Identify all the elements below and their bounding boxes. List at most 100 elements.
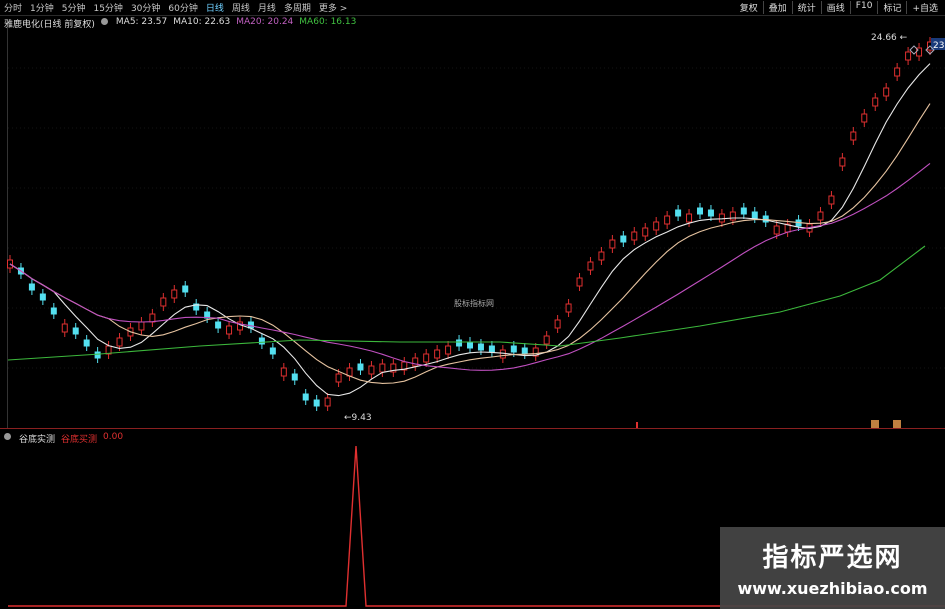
candle-body [72,327,79,335]
candle-body [905,51,912,61]
tool-button-6[interactable]: +自选 [906,1,943,14]
candle-body [335,373,342,383]
candle-body [477,343,484,351]
candle-body [817,211,824,221]
candle-body [718,213,725,223]
period-tab-4[interactable]: 30分钟 [131,1,160,14]
tool-button-3[interactable]: 画线 [820,1,850,14]
candle-body [521,347,528,355]
tool-button-1[interactable]: 叠加 [762,1,792,14]
candle-body [762,215,769,223]
candle-body [138,321,145,331]
candle-body [576,277,583,287]
candle-body [291,373,298,381]
brand-url: www.xuezhibiao.com [737,579,928,598]
tool-button-0[interactable]: 复权 [735,1,763,14]
candle-body [149,313,156,323]
candle-body [412,357,419,367]
candle-body [434,349,441,359]
candle-body [707,209,714,217]
candle-body [215,321,222,329]
brand-watermark: 指标严选网 www.xuezhibiao.com [720,527,945,609]
candle-body [50,307,57,315]
candle-body [543,335,550,345]
candle-body [510,345,517,353]
candle-body [280,367,287,377]
period-tab-9[interactable]: 多周期 [284,1,311,14]
period-tab-10[interactable]: 更多 > [319,1,347,14]
candle-body [456,339,463,347]
candle-body [488,345,495,353]
candle-body [587,261,594,271]
period-tab-3[interactable]: 15分钟 [93,1,122,14]
candle-body [61,323,68,333]
candlestick-chart[interactable]: 24.66 ← ←9.43 23 [0,28,945,428]
candle-body [28,283,35,291]
period-tabs: 分时 1分钟 5分钟 15分钟 30分钟 60分钟 日线 周线 月线 多周期 更多 > [4,1,347,14]
candle-body [653,221,660,231]
candle-body [631,231,638,241]
period-tab-6[interactable]: 日线 [206,1,224,14]
candle-body [258,337,265,345]
candle-body [39,293,46,301]
candle-body [423,353,430,363]
candle-body [467,341,473,349]
tool-button-5[interactable]: 标记 [877,1,906,14]
top-toolbar: 分时 1分钟 5分钟 15分钟 30分钟 60分钟 日线 周线 月线 多周期 更多 > 复权 叠加 统计… [0,0,945,16]
brand-name: 指标严选网 [762,543,903,573]
tool-buttons: 复权 叠加 统计 画线 F10 标记 +自选 [735,1,943,14]
pane-separator[interactable] [0,428,945,429]
tool-button-2[interactable]: 统计 [791,1,821,14]
candle-body [182,285,189,293]
candle-body [226,325,233,335]
candle-body [269,347,276,355]
high-annotation: 24.66 ← [871,33,908,43]
center-watermark: 股标指标网 [454,299,494,308]
candle-body [368,365,375,375]
candle-body [598,251,605,261]
period-tab-0[interactable]: 分时 [4,1,22,14]
candle-body [740,207,747,215]
candle-body [313,399,320,407]
candle-body [664,215,671,225]
candle-body [565,303,572,313]
candle-body [379,363,386,373]
candle-body [83,339,90,347]
candle-body [894,67,901,77]
candle-body [751,211,758,219]
candle-body [116,337,123,347]
candle-body [171,289,178,299]
candle-body [642,227,649,237]
candle-body [675,209,682,217]
candle-body [160,297,167,307]
candle-body [499,349,506,359]
period-tab-1[interactable]: 1分钟 [30,1,54,14]
candle-body [697,207,703,215]
candle-body [94,351,101,359]
period-tab-8[interactable]: 月线 [258,1,276,14]
candle-body [686,213,693,223]
candle-body [850,131,857,141]
event-marker [871,420,879,428]
candle-body [445,345,452,355]
candle-body [729,211,736,221]
candle-body [357,363,364,371]
candle-body [839,157,846,167]
candle-body [324,397,331,407]
candle-body [609,239,616,249]
price-tag-text: 23 [933,41,944,51]
event-marker [893,420,901,428]
period-tab-7[interactable]: 周线 [232,1,250,14]
period-tab-5[interactable]: 60分钟 [168,1,197,14]
candle-body [883,87,890,97]
candle-body [773,225,780,235]
candle-body [620,235,627,243]
candle-body [554,319,561,329]
candle-body [302,393,309,401]
low-annotation: ←9.43 [344,413,372,423]
candle-body [861,113,868,123]
tool-button-4[interactable]: F10 [849,1,878,14]
period-tab-2[interactable]: 5分钟 [62,1,86,14]
candle-body [872,97,879,107]
candle-body [828,195,835,205]
